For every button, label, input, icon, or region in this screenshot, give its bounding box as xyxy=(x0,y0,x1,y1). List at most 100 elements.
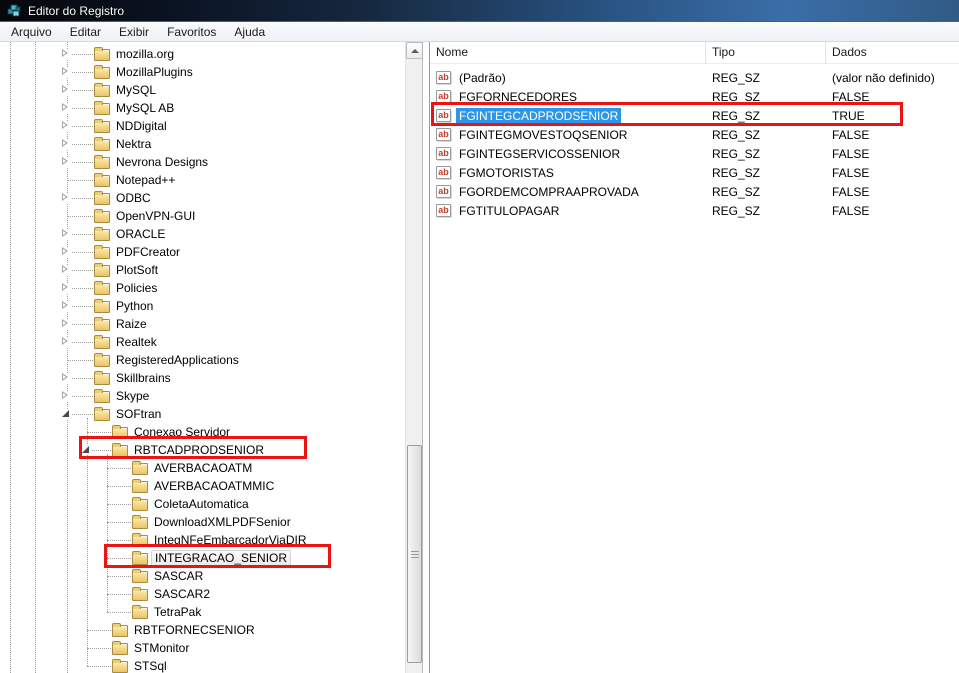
column-header-nome[interactable]: Nome xyxy=(430,42,706,64)
expander-collapsed-icon[interactable] xyxy=(61,85,71,95)
tree-item-label[interactable]: INTEGRACAO_SENIOR xyxy=(151,550,292,566)
menu-arquivo[interactable]: Arquivo xyxy=(2,23,61,41)
tree-item-conexao-servidor[interactable]: Conexao Servidor xyxy=(0,423,422,441)
tree-item-label[interactable]: RBTFORNECSENIOR xyxy=(134,623,255,637)
tree-item-label[interactable]: AVERBACAOATMMIC xyxy=(154,479,274,493)
value-row-fgintegmovestoqsenior[interactable]: ab FGINTEGMOVESTOQSENIOR REG_SZ FALSE xyxy=(430,125,959,144)
tree-item-label[interactable]: Skillbrains xyxy=(116,371,171,385)
tree-item-pdfcreator[interactable]: PDFCreator xyxy=(0,243,422,261)
tree-item-label[interactable]: RegisteredApplications xyxy=(116,353,239,367)
tree-item-mozillaplugins[interactable]: MozillaPlugins xyxy=(0,63,422,81)
tree-item-label[interactable]: OpenVPN-GUI xyxy=(116,209,195,223)
tree-item-realtek[interactable]: Realtek xyxy=(0,333,422,351)
expander-collapsed-icon[interactable] xyxy=(61,301,71,311)
tree-item-label[interactable]: Realtek xyxy=(116,335,157,349)
tree-item-mysql[interactable]: MySQL xyxy=(0,81,422,99)
tree-item-mysql-ab[interactable]: MySQL AB xyxy=(0,99,422,117)
column-header-dados[interactable]: Dados xyxy=(826,42,959,64)
tree-item-stmonitor[interactable]: STMonitor xyxy=(0,639,422,657)
tree-vertical-scrollbar[interactable] xyxy=(405,42,422,673)
expander-collapsed-icon[interactable] xyxy=(61,157,71,167)
tree-item-label[interactable]: PDFCreator xyxy=(116,245,180,259)
value-name[interactable]: FGMOTORISTAS xyxy=(456,165,557,181)
tree-item-coletaautomatica[interactable]: ColetaAutomatica xyxy=(0,495,422,513)
expander-collapsed-icon[interactable] xyxy=(61,391,71,401)
expander-collapsed-icon[interactable] xyxy=(61,49,71,59)
tree-item-label[interactable]: ODBC xyxy=(116,191,151,205)
tree-item-nddigital[interactable]: NDDigital xyxy=(0,117,422,135)
tree-item-label[interactable]: Nektra xyxy=(116,137,151,151)
expander-collapsed-icon[interactable] xyxy=(61,265,71,275)
value-name[interactable]: FGINTEGSERVICOSSENIOR xyxy=(456,146,623,162)
expander-collapsed-icon[interactable] xyxy=(61,283,71,293)
tree-item-label[interactable]: ORACLE xyxy=(116,227,165,241)
menu-exibir[interactable]: Exibir xyxy=(110,23,158,41)
tree-item-rbtfornecsenior[interactable]: RBTFORNECSENIOR xyxy=(0,621,422,639)
tree-item-nektra[interactable]: Nektra xyxy=(0,135,422,153)
tree-item-downloadxmlpdfsenior[interactable]: DownloadXMLPDFSenior xyxy=(0,513,422,531)
tree-item-label[interactable]: RBTCADPRODSENIOR xyxy=(134,443,264,457)
tree-item-label[interactable]: Nevrona Designs xyxy=(116,155,208,169)
expander-collapsed-icon[interactable] xyxy=(61,103,71,113)
tree-item-label[interactable]: MySQL AB xyxy=(116,101,174,115)
value-row-fgordemcompraaprovada[interactable]: ab FGORDEMCOMPRAAPROVADA REG_SZ FALSE xyxy=(430,182,959,201)
tree-item-label[interactable]: STSql xyxy=(134,659,167,673)
value-row-fgmotoristas[interactable]: ab FGMOTORISTAS REG_SZ FALSE xyxy=(430,163,959,182)
tree-item-mozilla-org[interactable]: mozilla.org xyxy=(0,45,422,63)
expander-expanded-icon[interactable] xyxy=(61,409,71,419)
tree-item-label[interactable]: Notepad++ xyxy=(116,173,175,187)
expander-collapsed-icon[interactable] xyxy=(61,229,71,239)
tree-item-label[interactable]: STMonitor xyxy=(134,641,189,655)
expander-collapsed-icon[interactable] xyxy=(61,247,71,257)
expander-collapsed-icon[interactable] xyxy=(61,373,71,383)
value-row-fgintegservicossenior[interactable]: ab FGINTEGSERVICOSSENIOR REG_SZ FALSE xyxy=(430,144,959,163)
menu-editar[interactable]: Editar xyxy=(61,23,110,41)
tree-item-sascar2[interactable]: SASCAR2 xyxy=(0,585,422,603)
scroll-up-button[interactable] xyxy=(406,42,422,59)
tree-item-rbtcadprodsenior[interactable]: RBTCADPRODSENIOR xyxy=(0,441,422,459)
tree-item-tetrapak[interactable]: TetraPak xyxy=(0,603,422,621)
tree-item-label[interactable]: ColetaAutomatica xyxy=(154,497,249,511)
tree-item-skillbrains[interactable]: Skillbrains xyxy=(0,369,422,387)
value-row-fgtitulopagar[interactable]: ab FGTITULOPAGAR REG_SZ FALSE xyxy=(430,201,959,220)
tree-item-registeredapplications[interactable]: RegisteredApplications xyxy=(0,351,422,369)
tree-item-label[interactable]: SASCAR xyxy=(154,569,203,583)
tree-item-label[interactable]: Python xyxy=(116,299,153,313)
tree-item-integracao-senior[interactable]: INTEGRACAO_SENIOR xyxy=(0,549,422,567)
tree-item-python[interactable]: Python xyxy=(0,297,422,315)
tree-item-label[interactable]: mozilla.org xyxy=(116,47,174,61)
value-name[interactable]: FGFORNECEDORES xyxy=(456,89,580,105)
tree-item-label[interactable]: PlotSoft xyxy=(116,263,158,277)
value-name-selected[interactable]: FGINTEGCADPRODSENIOR xyxy=(456,107,622,124)
expander-collapsed-icon[interactable] xyxy=(61,121,71,131)
tree-item-softran[interactable]: SOFtran xyxy=(0,405,422,423)
tree-item-label[interactable]: SASCAR2 xyxy=(154,587,210,601)
value-name[interactable]: FGTITULOPAGAR xyxy=(456,203,562,219)
value-row-padrao[interactable]: ab (Padrão) REG_SZ (valor não definido) xyxy=(430,68,959,87)
tree-item-label[interactable]: NDDigital xyxy=(116,119,167,133)
tree-item-label[interactable]: IntegNFeEmbarcadorViaDIR xyxy=(154,533,307,547)
expander-collapsed-icon[interactable] xyxy=(61,67,71,77)
registry-tree-pane[interactable]: mozilla.org MozillaPlugins MySQL MySQL A… xyxy=(0,42,423,673)
tree-item-oracle[interactable]: ORACLE xyxy=(0,225,422,243)
tree-item-label[interactable]: Skype xyxy=(116,389,149,403)
tree-item-odbc[interactable]: ODBC xyxy=(0,189,422,207)
tree-item-nevrona-designs[interactable]: Nevrona Designs xyxy=(0,153,422,171)
expander-collapsed-icon[interactable] xyxy=(61,193,71,203)
menu-ajuda[interactable]: Ajuda xyxy=(225,23,274,41)
tree-item-label[interactable]: SOFtran xyxy=(116,407,161,421)
scrollbar-thumb[interactable] xyxy=(407,445,422,663)
expander-collapsed-icon[interactable] xyxy=(61,337,71,347)
tree-item-policies[interactable]: Policies xyxy=(0,279,422,297)
tree-item-label[interactable]: Conexao Servidor xyxy=(134,425,230,439)
tree-item-integnfeembarcadorviadir[interactable]: IntegNFeEmbarcadorViaDIR xyxy=(0,531,422,549)
tree-item-label[interactable]: MozillaPlugins xyxy=(116,65,193,79)
value-name[interactable]: (Padrão) xyxy=(456,70,509,86)
value-row-fgfornecedores[interactable]: ab FGFORNECEDORES REG_SZ FALSE xyxy=(430,87,959,106)
tree-item-label[interactable]: DownloadXMLPDFSenior xyxy=(154,515,291,529)
tree-item-stsql[interactable]: STSql xyxy=(0,657,422,673)
tree-item-skype[interactable]: Skype xyxy=(0,387,422,405)
value-row-fgintegcadprodsenior[interactable]: ab FGINTEGCADPRODSENIOR REG_SZ TRUE xyxy=(430,106,959,125)
value-name[interactable]: FGINTEGMOVESTOQSENIOR xyxy=(456,127,630,143)
column-header-tipo[interactable]: Tipo xyxy=(706,42,826,64)
